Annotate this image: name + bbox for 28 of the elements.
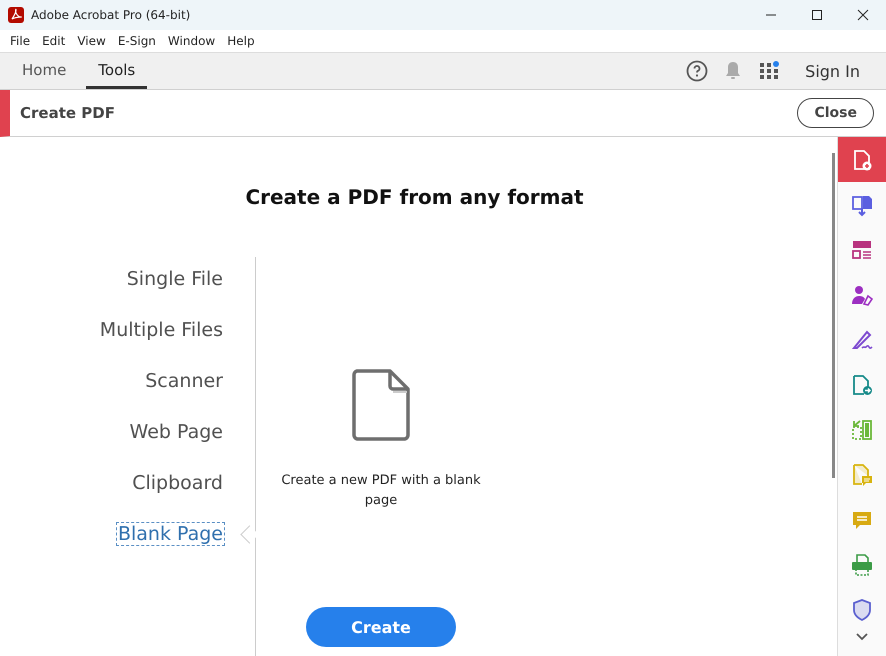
scrollbar-thumb[interactable] [832,153,834,478]
menu-item[interactable]: Edit [36,34,72,48]
app-logo-icon [8,7,24,23]
create-button[interactable]: Create [306,607,456,647]
source-option[interactable]: Web Page [128,420,225,444]
close-button[interactable]: Close [797,98,874,128]
menu-item[interactable]: Window [162,34,222,48]
description: Create a new PDF with a blank page [281,472,481,510]
menu-item[interactable]: View [71,34,112,48]
tab[interactable]: Home [10,53,78,89]
source-option[interactable]: Single File [124,267,225,291]
menu-item[interactable]: E-Sign [112,34,162,48]
tool-button[interactable] [838,137,886,182]
apps-grid-icon[interactable] [758,60,780,82]
tool-title: Create PDF [19,104,116,122]
source-option[interactable]: Scanner [143,369,225,393]
page-heading: Create a PDF from any format [244,184,585,209]
tab[interactable]: Tools [86,53,148,89]
help-icon[interactable] [686,60,708,82]
window-title: Adobe Acrobat Pro (64-bit) [31,8,192,22]
source-option[interactable]: Clipboard [130,471,225,495]
sign-in-button[interactable]: Sign In [787,53,886,89]
chevron-down-icon[interactable] [855,632,869,642]
menu-item[interactable]: File [4,34,36,48]
menu-item[interactable]: Help [221,34,261,48]
source-option[interactable]: Blank Page [116,522,225,546]
source-option[interactable]: Multiple Files [98,318,225,342]
blank-page-icon [352,369,410,441]
